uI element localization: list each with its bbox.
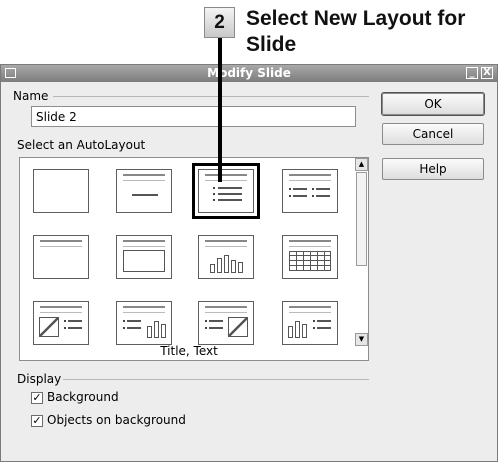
gallery-scrollbar[interactable]: ▲ ▼ — [355, 158, 368, 346]
layout-title-text[interactable] — [192, 163, 260, 219]
dialog-title: Modify Slide — [207, 66, 291, 80]
chart-bar-icon — [288, 326, 293, 338]
text-line-icon — [317, 327, 331, 329]
bullet-icon — [289, 188, 291, 190]
name-section-label: Name — [13, 89, 49, 103]
layout-title-icon — [289, 174, 331, 181]
bullet-icon — [64, 327, 66, 329]
modify-slide-dialog: Modify Slide _ X Name Select an AutoLayo… — [0, 64, 498, 462]
bullet-icon — [205, 327, 207, 329]
ok-button[interactable]: OK — [382, 93, 484, 115]
bullet-icon — [205, 320, 207, 322]
layout-title-icon — [40, 306, 82, 313]
clipart-icon — [228, 317, 248, 337]
background-checkbox-label[interactable]: Background — [47, 390, 119, 405]
layout-title-icon — [205, 240, 247, 247]
scrollbar-thumb[interactable] — [356, 172, 367, 266]
bullet-icon — [313, 327, 315, 329]
chart-bar-icon — [231, 260, 236, 273]
objects-on-background-label[interactable]: Objects on background — [47, 413, 186, 428]
scroll-down-icon[interactable]: ▼ — [355, 333, 368, 346]
chart-bar-icon — [161, 324, 166, 338]
bullet-icon — [312, 195, 314, 197]
text-line-icon — [68, 320, 82, 322]
text-line-icon — [316, 195, 330, 197]
objects-on-background-checkbox[interactable]: ✓ — [31, 415, 43, 427]
layout-title-table[interactable] — [282, 235, 338, 279]
bullet-icon — [123, 327, 125, 329]
callout-pointer-line — [218, 38, 222, 182]
layout-title-icon — [123, 174, 165, 181]
layout-title-only[interactable] — [116, 169, 172, 213]
text-line-icon — [316, 188, 330, 190]
step-number-badge: 2 — [204, 7, 235, 38]
close-button[interactable]: X — [481, 67, 493, 79]
layout-title-icon — [123, 240, 165, 247]
text-line-icon — [127, 327, 141, 329]
layout-title-text-clipart[interactable] — [198, 301, 254, 345]
bullet-icon — [313, 320, 315, 322]
name-section-divider — [53, 96, 369, 97]
table-grid-icon — [289, 251, 331, 271]
chart-bar-icon — [302, 324, 307, 338]
chart-bar-icon — [295, 321, 300, 338]
layout-title-icon — [123, 306, 165, 313]
layout-title-clipart-text[interactable] — [33, 301, 89, 345]
layout-title-icon — [289, 306, 331, 313]
bullet-icon — [289, 195, 291, 197]
text-line-icon — [209, 320, 223, 322]
layout-title-icon — [205, 306, 247, 313]
bullet-icon — [312, 188, 314, 190]
layout-blank[interactable] — [33, 169, 89, 213]
chart-bar-icon — [217, 258, 222, 273]
layout-title-chart-text[interactable] — [282, 301, 338, 345]
chart-bar-icon — [154, 321, 159, 338]
chart-bar-icon — [210, 264, 215, 273]
cancel-button[interactable]: Cancel — [382, 123, 484, 145]
text-line-icon — [68, 327, 82, 329]
layout-title-icon — [289, 240, 331, 247]
layout-title-content[interactable] — [33, 235, 89, 279]
layout-title-icon — [205, 174, 247, 181]
text-line-icon — [218, 199, 242, 201]
slide-name-input[interactable] — [31, 106, 356, 127]
bullet-icon — [213, 187, 215, 189]
layout-title-icon — [40, 240, 82, 247]
layout-title-text-chart[interactable] — [116, 301, 172, 345]
background-checkbox[interactable]: ✓ — [31, 392, 43, 404]
title-bar[interactable]: Modify Slide _ X — [1, 65, 497, 82]
help-button[interactable]: Help — [382, 158, 484, 180]
bullet-icon — [64, 320, 66, 322]
autolayout-label: Select an AutoLayout — [17, 138, 146, 152]
layout-title-chart[interactable] — [198, 235, 254, 279]
bullet-icon — [123, 320, 125, 322]
display-section-divider — [63, 379, 369, 380]
text-line-icon — [218, 187, 242, 189]
step-instruction: Select New Layout for Slide — [246, 7, 466, 56]
bullet-icon — [213, 199, 215, 201]
display-section-label: Display — [17, 372, 62, 386]
layout-title-object[interactable] — [116, 235, 172, 279]
selected-layout-caption: Title, Text — [160, 344, 218, 358]
bullet-icon — [213, 193, 215, 195]
clipart-icon — [39, 317, 59, 337]
text-line-icon — [317, 320, 331, 322]
minimize-button[interactable]: _ — [466, 67, 478, 79]
layout-subtitle-icon — [132, 194, 158, 196]
chart-bar-icon — [224, 255, 229, 273]
autolayout-gallery: Title, Text — [19, 157, 369, 361]
text-line-icon — [127, 320, 141, 322]
text-line-icon — [209, 327, 223, 329]
chart-bar-icon — [238, 262, 243, 273]
text-line-icon — [293, 195, 307, 197]
layout-title-2-text[interactable] — [282, 169, 338, 213]
chart-bar-icon — [147, 326, 152, 338]
scroll-up-icon[interactable]: ▲ — [355, 158, 368, 171]
object-frame-icon — [123, 250, 165, 272]
text-line-icon — [293, 188, 307, 190]
text-line-icon — [218, 193, 242, 195]
